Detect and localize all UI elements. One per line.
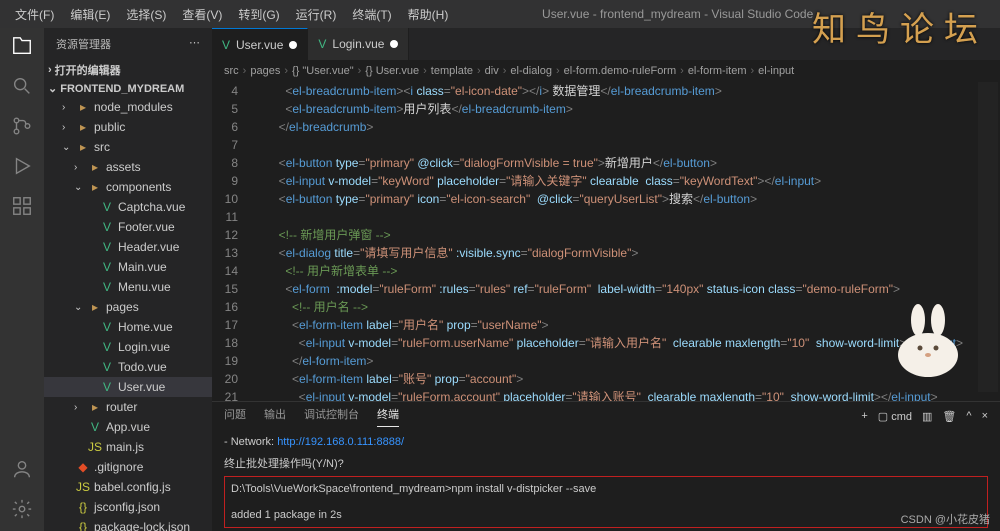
tree-item[interactable]: ⌄▸components [44,177,212,197]
tree-item[interactable]: VFooter.vue [44,217,212,237]
tree-item[interactable]: VLogin.vue [44,337,212,357]
menu-item[interactable]: 运行(R) [289,2,344,27]
breadcrumb-item[interactable]: src [224,65,239,77]
tree-item[interactable]: ⌄▸pages [44,297,212,317]
shell-selector[interactable]: ▢ cmd [878,410,912,423]
code-editor[interactable]: 4567891011121314151617181920212223242526… [212,82,1000,401]
breadcrumb-item[interactable]: el-dialog [510,65,552,77]
sidebar-title: 资源管理器 [56,36,111,52]
editor-tab[interactable]: VUser.vue [212,28,308,60]
panel-tab[interactable]: 终端 [377,406,399,427]
plus-icon[interactable]: + [861,410,867,422]
menu-item[interactable]: 终端(T) [345,2,398,27]
project-section[interactable]: ⌄FRONTEND_MYDREAM [44,80,212,97]
source-control-icon[interactable] [10,114,34,138]
tree-item[interactable]: VHome.vue [44,317,212,337]
breadcrumb-item[interactable]: pages [250,65,280,77]
extensions-icon[interactable] [10,194,34,218]
editor-tabs: VUser.vueVLogin.vue [212,28,1000,60]
trash-icon[interactable]: 🗑 [942,410,956,423]
gear-icon[interactable] [10,497,34,521]
maximize-icon[interactable]: ^ [966,410,971,422]
breadcrumb-item[interactable]: template [431,65,473,77]
tree-item[interactable]: JSmain.js [44,437,212,457]
tree-item[interactable]: VUser.vue [44,377,212,397]
file-tree: ›▸node_modules›▸public⌄▸src›▸assets⌄▸com… [44,97,212,531]
tree-item[interactable]: VMenu.vue [44,277,212,297]
window-title: User.vue - frontend_mydream - Visual Stu… [455,7,900,21]
panel-tabs: 问题输出调试控制台终端 + ▢ cmd ▥ 🗑 ^ × [212,402,1000,430]
sidebar-header: 资源管理器 ⋯ [44,28,212,60]
tree-item[interactable]: ›▸router [44,397,212,417]
titlebar: 文件(F)编辑(E)选择(S)查看(V)转到(G)运行(R)终端(T)帮助(H)… [0,0,1000,28]
editor-area: VUser.vueVLogin.vue src›pages›{} "User.v… [212,28,1000,531]
terminal[interactable]: - Network: http://192.168.0.111:8888/ 终止… [212,430,1000,531]
menu-item[interactable]: 编辑(E) [63,2,117,27]
breadcrumb-item[interactable]: el-input [758,65,794,77]
menu-item[interactable]: 查看(V) [175,2,229,27]
menu-bar: 文件(F)编辑(E)选择(S)查看(V)转到(G)运行(R)终端(T)帮助(H) [0,2,455,27]
close-panel-icon[interactable]: × [982,410,988,422]
tree-item[interactable]: ◆.gitignore [44,457,212,477]
highlighted-command: D:\Tools\VueWorkSpace\frontend_mydream>n… [224,476,988,528]
more-icon[interactable]: ⋯ [189,36,200,52]
panel-tab[interactable]: 调试控制台 [304,406,359,426]
activity-bar [0,28,44,531]
explorer-sidebar: 资源管理器 ⋯ ›打开的编辑器 ⌄FRONTEND_MYDREAM ›▸node… [44,28,212,531]
account-icon[interactable] [10,457,34,481]
split-icon[interactable]: ▥ [922,410,932,423]
network-url[interactable]: http://192.168.0.111:8888/ [277,436,404,448]
terminal-prompt: 终止批处理操作吗(Y/N)? [224,456,988,472]
tree-item[interactable]: VTodo.vue [44,357,212,377]
gutter: 4567891011121314151617181920212223242526… [212,82,252,401]
tree-item[interactable]: ⌄▸src [44,137,212,157]
tree-item[interactable]: ›▸public [44,117,212,137]
open-editors-section[interactable]: ›打开的编辑器 [44,60,212,80]
panel-tab[interactable]: 输出 [264,406,286,426]
explorer-icon[interactable] [10,34,34,58]
debug-icon[interactable] [10,154,34,178]
menu-item[interactable]: 帮助(H) [401,2,456,27]
tree-item[interactable]: {}jsconfig.json [44,497,212,517]
tree-item[interactable]: VApp.vue [44,417,212,437]
breadcrumb-item[interactable]: {} "User.vue" [292,65,354,77]
code-lines[interactable]: <el-breadcrumb-item><i class="el-icon-da… [252,82,1000,401]
menu-item[interactable]: 转到(G) [231,2,286,27]
breadcrumb-item[interactable]: div [485,65,499,77]
menu-item[interactable]: 选择(S) [119,2,173,27]
tree-item[interactable]: JSbabel.config.js [44,477,212,497]
tree-item[interactable]: VMain.vue [44,257,212,277]
editor-tab[interactable]: VLogin.vue [308,28,409,60]
tree-item[interactable]: VHeader.vue [44,237,212,257]
breadcrumb[interactable]: src›pages›{} "User.vue"›{} User.vue›temp… [212,60,1000,82]
breadcrumb-item[interactable]: {} User.vue [365,65,419,77]
tree-item[interactable]: ›▸node_modules [44,97,212,117]
tree-item[interactable]: VCaptcha.vue [44,197,212,217]
tree-item[interactable]: ›▸assets [44,157,212,177]
menu-item[interactable]: 文件(F) [8,2,61,27]
breadcrumb-item[interactable]: el-form.demo-ruleForm [564,65,676,77]
search-icon[interactable] [10,74,34,98]
panel-tab[interactable]: 问题 [224,406,246,426]
tree-item[interactable]: {}package-lock.json [44,517,212,531]
bottom-panel: 问题输出调试控制台终端 + ▢ cmd ▥ 🗑 ^ × - Network: http://… [212,401,1000,531]
minimap[interactable] [978,82,998,392]
breadcrumb-item[interactable]: el-form-item [688,65,747,77]
